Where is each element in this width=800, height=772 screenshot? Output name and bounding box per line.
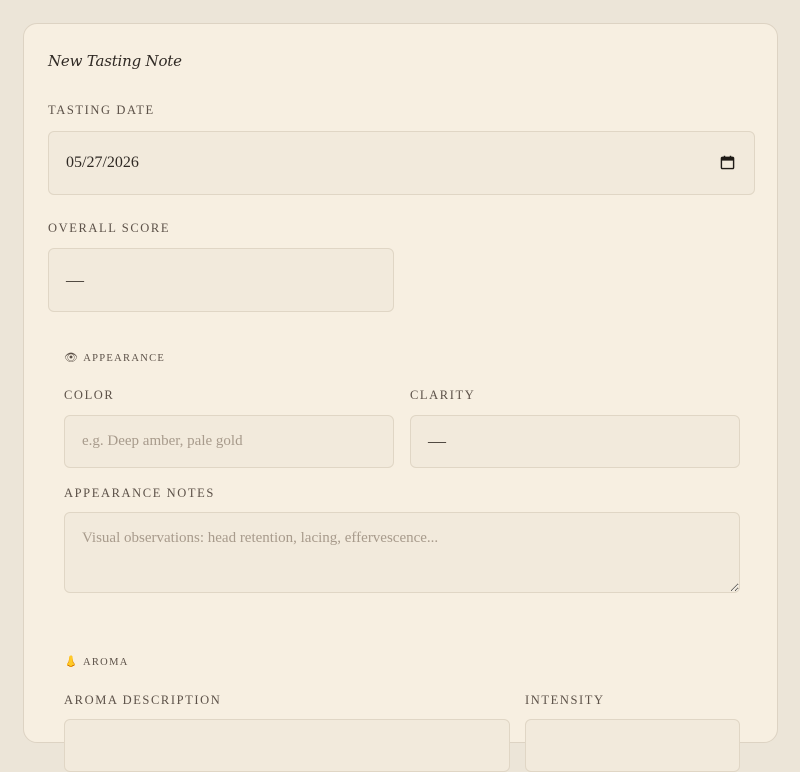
tasting-date-label: TASTING DATE — [48, 103, 155, 117]
tasting-date-input[interactable]: 05/27/2026 — [48, 131, 755, 195]
tasting-date-value: 05/27/2026 — [66, 154, 139, 171]
calendar-icon[interactable] — [720, 155, 735, 170]
clarity-value: — — [428, 431, 446, 451]
clarity-select[interactable]: — — [410, 415, 740, 468]
color-input[interactable]: e.g. Deep amber, pale gold — [64, 415, 394, 468]
appearance-section-title: 👁 APPEARANCE — [64, 352, 166, 365]
aroma-section-title: 👃 AROMA — [64, 656, 129, 669]
aroma-title-text: AROMA — [83, 657, 129, 668]
eye-icon: 👁 — [64, 352, 80, 364]
appearance-notes-label: APPEARANCE NOTES — [64, 486, 215, 500]
overall-score-label: OVERALL SCORE — [48, 221, 171, 235]
overall-score-select[interactable]: — — [48, 248, 394, 312]
overall-score-value: — — [66, 269, 84, 290]
color-label: COLOR — [64, 388, 115, 402]
card-title: New Tasting Note — [48, 52, 182, 70]
nose-icon: 👃 — [64, 656, 79, 668]
aroma-description-input[interactable] — [64, 719, 510, 772]
color-placeholder: e.g. Deep amber, pale gold — [82, 433, 243, 449]
intensity-select[interactable] — [525, 719, 740, 772]
tasting-note-card: New Tasting Note TASTING DATE 05/27/2026… — [23, 23, 778, 772]
clarity-label: CLARITY — [410, 388, 476, 402]
aroma-description-label: AROMA DESCRIPTION — [64, 693, 222, 707]
appearance-notes-textarea[interactable] — [64, 512, 740, 593]
intensity-label: INTENSITY — [525, 693, 605, 707]
appearance-title-text: APPEARANCE — [83, 353, 166, 364]
